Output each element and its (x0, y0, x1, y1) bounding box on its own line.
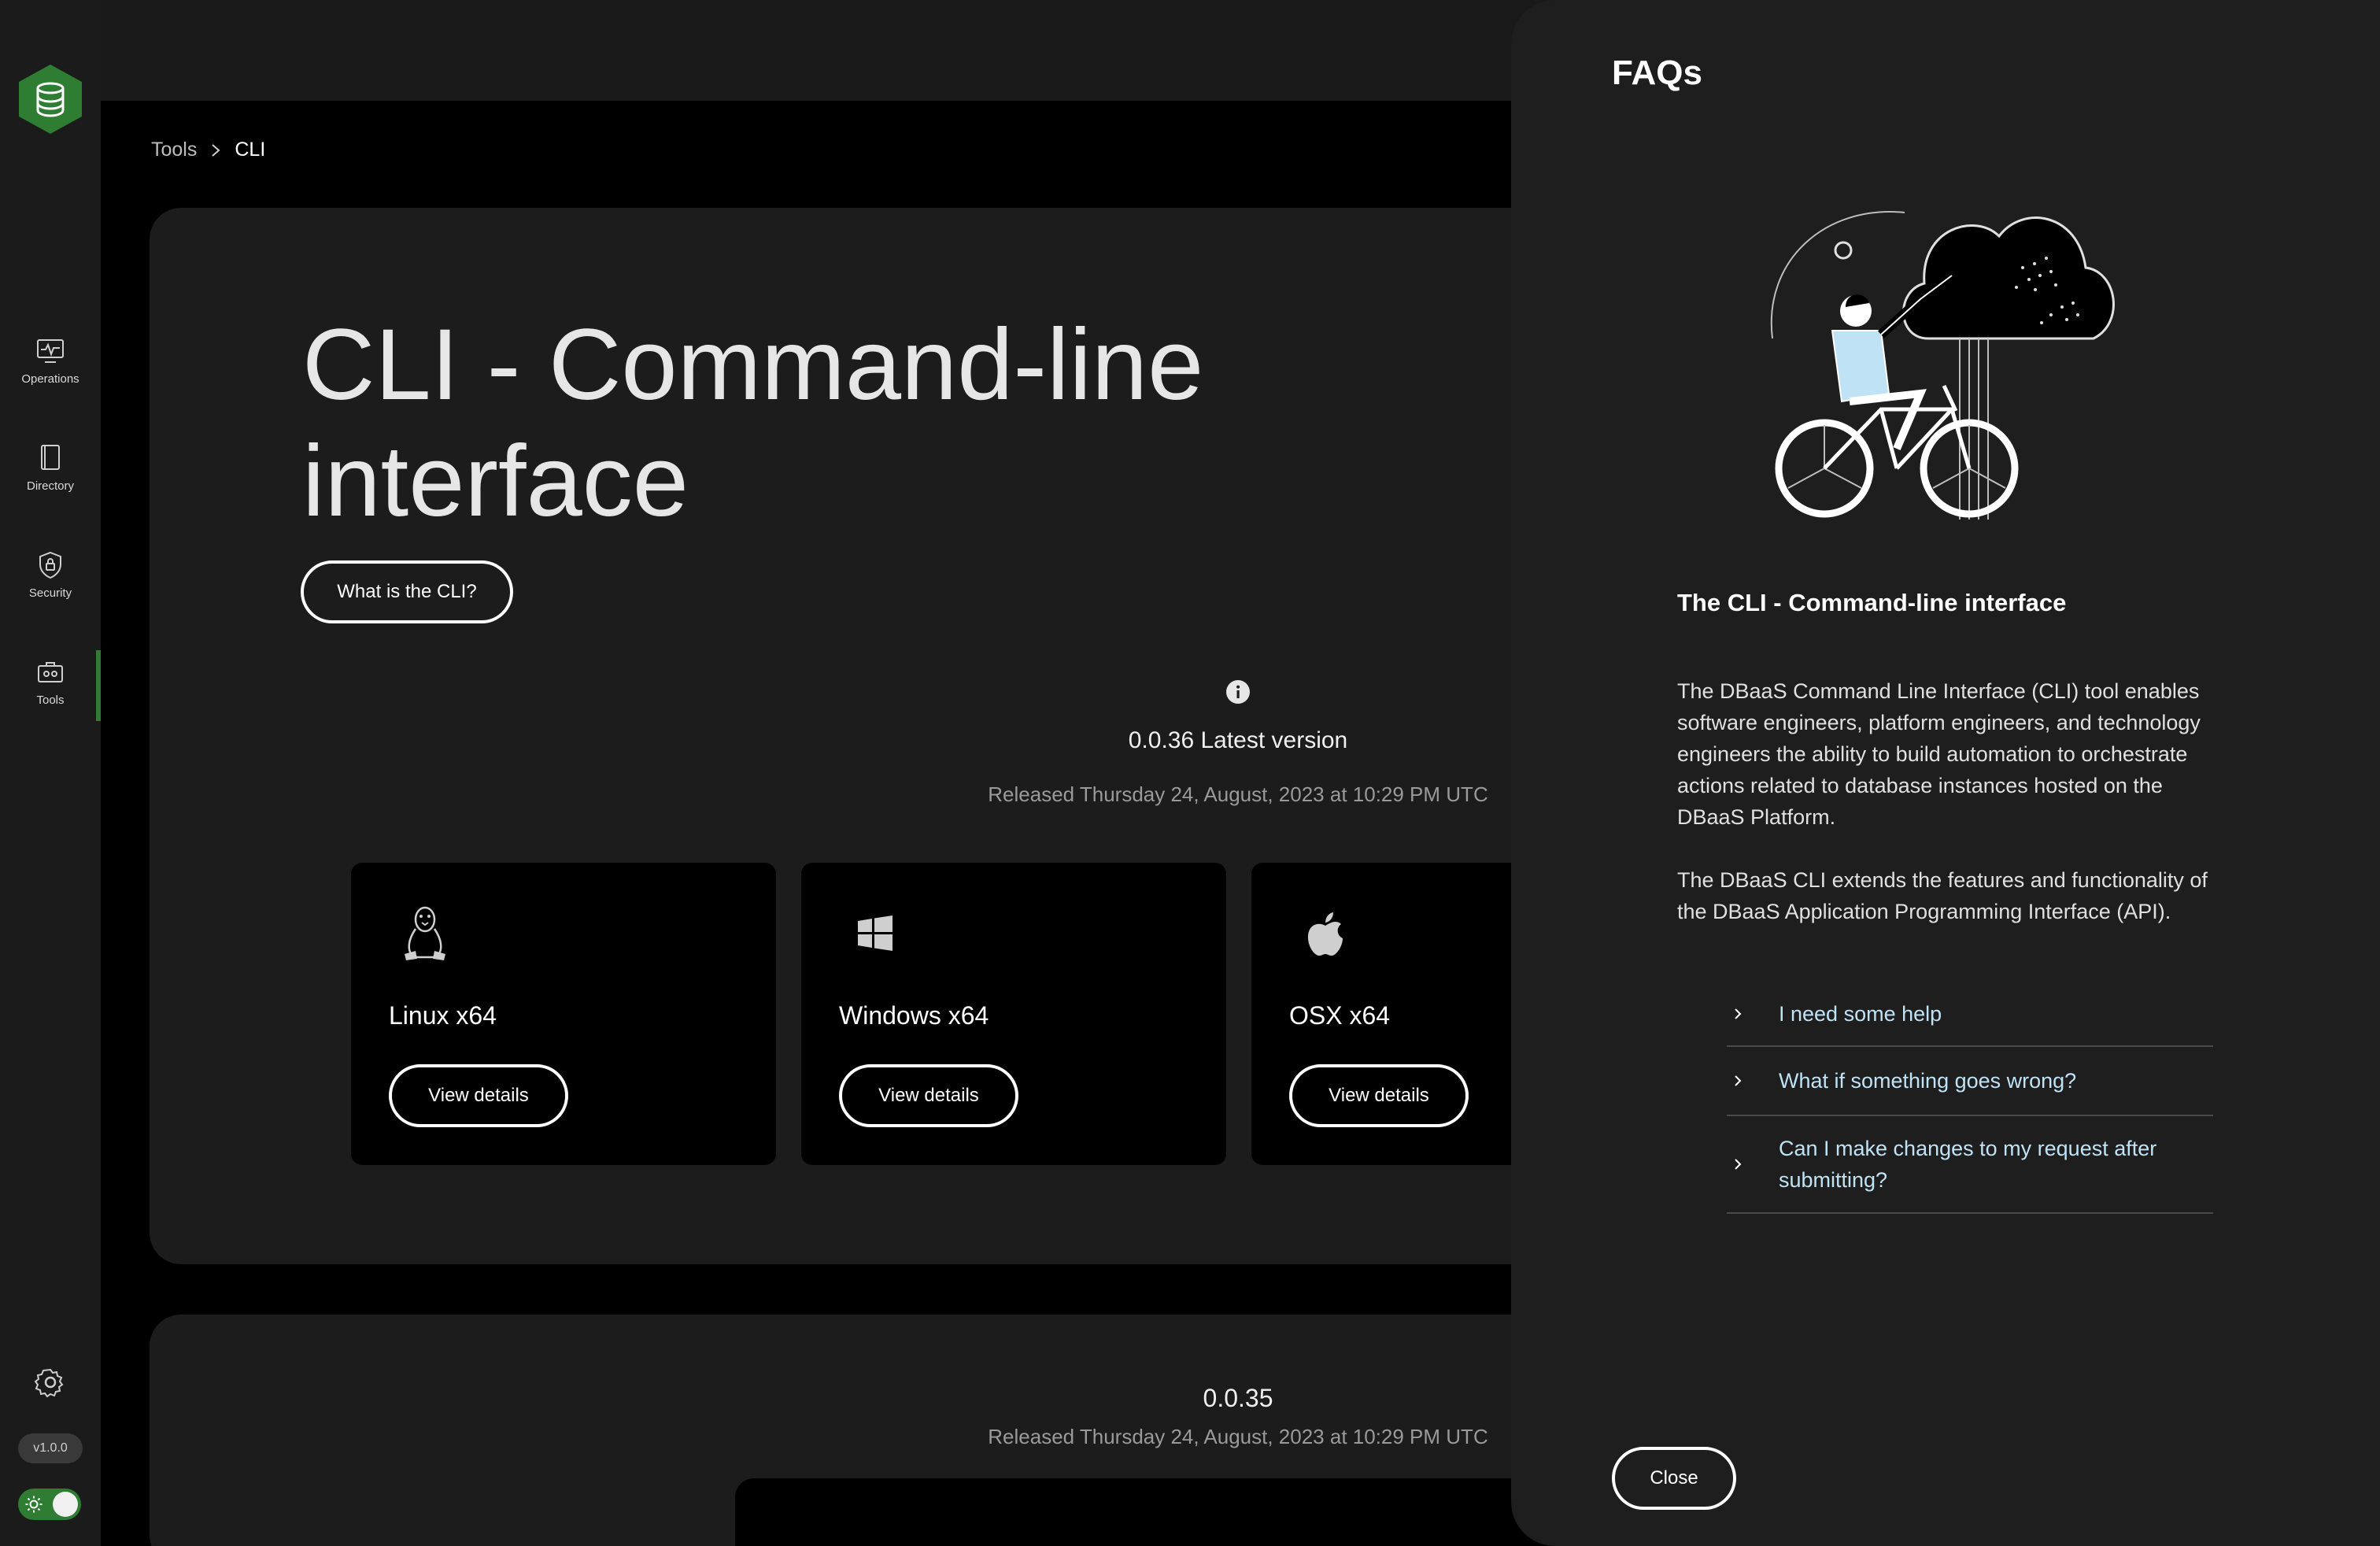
chevron-right-icon (1735, 1159, 1742, 1170)
faq-question: What if something goes wrong? (1779, 1069, 2077, 1093)
previous-version-label: 0.0.35 (1203, 1384, 1273, 1412)
book-icon (41, 444, 60, 470)
faq-question: Can I make changes to my request after s… (1779, 1137, 2157, 1192)
version-badge: v1.0.0 (18, 1433, 83, 1463)
latest-release-date: Released Thursday 24, August, 2023 at 10… (988, 782, 1488, 806)
download-card-title: Linux x64 (389, 1001, 497, 1030)
faq-description-api: The DBaaS CLI extends the features and f… (1677, 868, 2208, 923)
toolbox-icon (38, 661, 63, 682)
cyclist-cloud-illustration (1770, 211, 2115, 520)
close-button[interactable]: Close (1612, 1447, 1736, 1510)
breadcrumb-current: CLI (235, 139, 266, 161)
sidebar-item-label: Operations (21, 372, 79, 386)
faq-item-help[interactable]: I need some help (1727, 982, 2213, 1047)
apple-icon (1307, 912, 1343, 956)
view-details-windows-button[interactable]: View details (839, 1064, 1018, 1127)
download-card-title: OSX x64 (1289, 1001, 1391, 1030)
shield-lock-icon (39, 551, 61, 579)
faq-title: FAQs (1612, 54, 1702, 92)
faq-item-changes[interactable]: Can I make changes to my request after s… (1727, 1116, 2213, 1214)
view-details-osx-button[interactable]: View details (1289, 1064, 1469, 1127)
previous-release-downloads (735, 1478, 1569, 1546)
download-card-title: Windows x64 (839, 1001, 989, 1030)
sidebar-item-tools[interactable]: Tools (0, 644, 101, 721)
sidebar-item-label: Security (28, 586, 72, 600)
chevron-right-icon (1735, 1008, 1742, 1019)
info-icon[interactable] (1225, 679, 1251, 705)
faq-accordion: I need some help What if something goes … (1727, 982, 2213, 1214)
faq-item-wrong[interactable]: What if something goes wrong? (1727, 1047, 2213, 1116)
monitor-pulse-icon (37, 338, 64, 363)
faq-subtitle: The CLI - Command-line interface (1677, 589, 2067, 616)
sidebar-item-security[interactable]: Security (0, 537, 101, 612)
latest-version-label: 0.0.36 Latest version (1128, 727, 1348, 753)
gear-icon[interactable] (35, 1367, 66, 1398)
breadcrumb: Tools CLI (151, 139, 265, 161)
sidebar: Operations Directory Security Tools v1.0… (0, 0, 101, 1546)
theme-toggle[interactable] (18, 1489, 81, 1520)
previous-release-date: Released Thursday 24, August, 2023 at 10… (988, 1425, 1488, 1448)
sidebar-item-label: Directory (26, 479, 74, 493)
sidebar-item-directory[interactable]: Directory (0, 430, 101, 505)
linux-icon (405, 906, 445, 960)
view-details-linux-button[interactable]: View details (389, 1064, 568, 1127)
what-is-cli-button[interactable]: What is the CLI? (301, 560, 513, 623)
faq-description: The DBaaS Command Line Interface (CLI) t… (1677, 679, 2201, 829)
sidebar-item-label: Tools (36, 693, 65, 707)
page-title: CLI - Command-line interface (302, 309, 1204, 538)
chevron-right-icon (1735, 1075, 1742, 1086)
windows-icon (858, 915, 893, 951)
chevron-right-icon (212, 143, 220, 157)
sidebar-item-operations[interactable]: Operations (0, 323, 101, 398)
toggle-knob (53, 1492, 78, 1517)
database-logo-icon[interactable] (16, 63, 85, 135)
breadcrumb-tools-link[interactable]: Tools (151, 139, 197, 161)
faq-question: I need some help (1779, 1002, 1942, 1026)
sun-icon (25, 1496, 42, 1513)
